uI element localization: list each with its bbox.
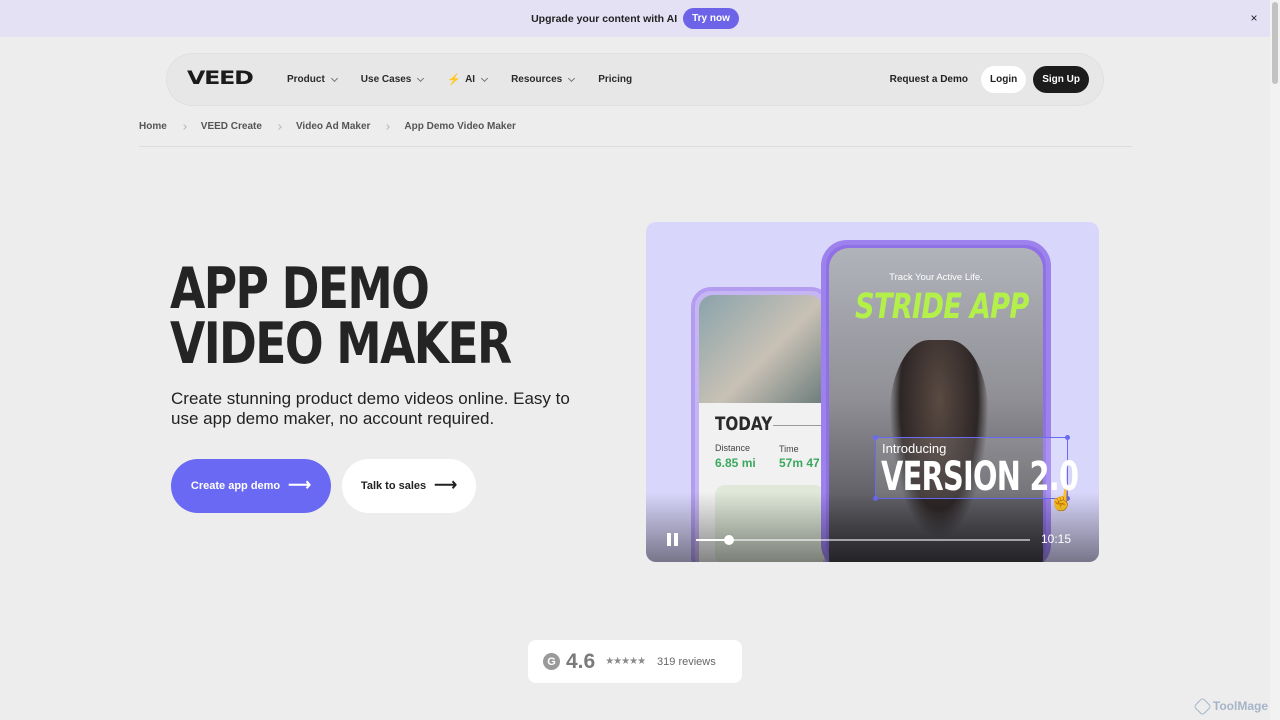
- button-label: Create app demo: [190, 480, 281, 492]
- breadcrumb-current: App Demo Video Maker: [404, 121, 516, 132]
- app-tagline: Track Your Active Life.: [889, 272, 983, 283]
- nav-actions: Request a Demo Login Sign Up: [890, 54, 1089, 105]
- rating-badge[interactable]: G 4.6 ★★★★★ 319 reviews: [528, 640, 742, 683]
- nav-item-label: Resources: [511, 74, 563, 85]
- nav-item-ai[interactable]: ⚡ AI: [447, 73, 489, 86]
- review-count: 319 reviews: [657, 655, 716, 668]
- chevron-right-icon: [180, 123, 187, 130]
- chevron-down-icon: [481, 74, 489, 82]
- banner-text: Upgrade your content with AI: [531, 12, 678, 25]
- scroll-thumb[interactable]: [1272, 2, 1278, 84]
- veed-logo[interactable]: VEED: [187, 67, 254, 89]
- resize-handle[interactable]: [873, 435, 878, 440]
- chevron-down-icon: [330, 74, 338, 82]
- talk-to-sales-button[interactable]: Talk to sales ⟶: [342, 459, 476, 513]
- toolmage-logo-icon: [1193, 696, 1212, 716]
- demo-video-player[interactable]: TODAY Distance 6.85 mi Time 57m 47 Track…: [646, 222, 1099, 562]
- page-title: APP DEMO VIDEO MAKER: [170, 256, 512, 377]
- breadcrumb: Home VEED Create Video Ad Maker App Demo…: [139, 121, 516, 132]
- promo-banner: Upgrade your content with AI Try now ×: [0, 0, 1270, 37]
- signup-button[interactable]: Sign Up: [1033, 66, 1089, 93]
- chevron-right-icon: [276, 123, 282, 130]
- arrow-right-icon: ⟶: [434, 477, 458, 494]
- try-now-button[interactable]: Try now: [683, 8, 739, 29]
- hero-subtitle: Create stunning product demo videos onli…: [171, 389, 570, 428]
- chevron-right-icon: [384, 123, 391, 130]
- progress-knob[interactable]: [724, 535, 735, 545]
- pause-icon[interactable]: [667, 533, 679, 546]
- nav-item-label: Product: [287, 74, 325, 85]
- app-name: STRIDE APP: [855, 287, 1029, 327]
- login-button[interactable]: Login: [981, 66, 1027, 93]
- watermark: ToolMage: [1193, 696, 1268, 716]
- nav-item-label: AI: [465, 74, 476, 85]
- arrow-right-icon: ⟶: [288, 477, 312, 494]
- video-controls: 10:15: [646, 492, 1099, 562]
- button-label: Talk to sales: [360, 480, 427, 492]
- bolt-icon: ⚡: [447, 74, 462, 86]
- star-rating-icon: ★★★★★: [605, 656, 646, 667]
- g2-logo-icon: G: [543, 653, 560, 670]
- progress-track[interactable]: [696, 535, 1030, 545]
- runner-photo: [699, 295, 823, 403]
- nav-item-label: Use Cases: [360, 74, 412, 85]
- rating-score: 4.6: [566, 649, 596, 673]
- nav-item-label: Pricing: [598, 74, 633, 85]
- video-timestamp: 10:15: [1041, 532, 1072, 546]
- watermark-text: ToolMage: [1212, 699, 1268, 713]
- breadcrumb-veed-create[interactable]: VEED Create: [201, 121, 262, 132]
- scrollbar[interactable]: [1270, 0, 1280, 720]
- chevron-down-icon: [417, 74, 425, 82]
- chevron-down-icon: [568, 74, 576, 82]
- breadcrumb-home[interactable]: Home: [139, 121, 167, 132]
- time-label: Time: [779, 444, 799, 454]
- nav-item-pricing[interactable]: Pricing: [598, 74, 632, 85]
- distance-value: 6.85 mi: [715, 456, 756, 470]
- today-heading: TODAY: [715, 413, 773, 435]
- nav-item-resources[interactable]: Resources: [511, 74, 576, 85]
- nav-item-use-cases[interactable]: Use Cases: [360, 74, 425, 85]
- nav-menu: Product Use Cases ⚡ AI Resources Pricing: [287, 54, 632, 105]
- main-nav: VEED Product Use Cases ⚡ AI Resources Pri…: [167, 54, 1103, 105]
- resize-handle[interactable]: [1065, 435, 1070, 440]
- distance-label: Distance: [715, 443, 751, 453]
- divider: [139, 146, 1132, 147]
- nav-item-product[interactable]: Product: [287, 74, 338, 85]
- request-demo-link[interactable]: Request a Demo: [890, 74, 968, 85]
- text-overlay-selection[interactable]: Introducing VERSION 2.0: [873, 435, 1079, 501]
- create-app-demo-button[interactable]: Create app demo ⟶: [171, 459, 331, 513]
- time-value: 57m 47: [779, 456, 820, 470]
- breadcrumb-video-ad-maker[interactable]: Video Ad Maker: [296, 121, 370, 132]
- divider: [773, 425, 823, 426]
- close-icon[interactable]: ×: [1247, 11, 1261, 25]
